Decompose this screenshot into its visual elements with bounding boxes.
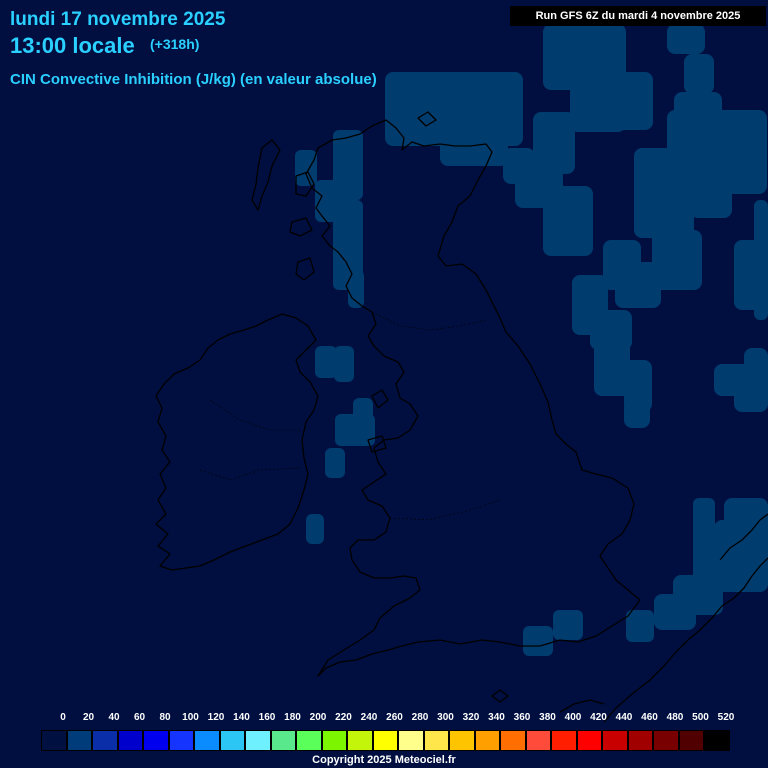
cin-map [0,0,768,768]
legend-swatch [423,730,449,751]
legend-tick: 520 [717,712,735,723]
legend-swatch [576,730,602,751]
legend-swatch [678,730,704,751]
legend-swatch [321,730,347,751]
legend-swatch [627,730,653,751]
legend-swatch [41,730,67,751]
legend-swatch [704,730,730,751]
legend-swatch [296,730,322,751]
legend-swatch [653,730,679,751]
legend-swatch [66,730,92,751]
legend-colorbar [41,730,730,751]
legend-swatch [245,730,271,751]
legend-swatch [398,730,424,751]
legend-swatch [168,730,194,751]
forecast-date: lundi 17 novembre 2025 [10,9,226,30]
legend-swatch [500,730,526,751]
model-run-label: Run GFS 6Z du mardi 4 novembre 2025 [510,6,766,26]
legend-swatch [92,730,118,751]
forecast-offset: (+318h) [150,36,200,52]
legend-swatch [219,730,245,751]
legend-swatch [449,730,475,751]
legend-swatch [525,730,551,751]
copyright-footer: Copyright 2025 Meteociel.fr [312,754,456,766]
legend-swatch [117,730,143,751]
legend-ticks: 0 20 40 60 80 100 120 140 160 180 200 220 240 260 280 3… [0,712,768,726]
legend-swatch [347,730,373,751]
forecast-time: 13:00 locale [10,33,135,58]
legend-swatch [372,730,398,751]
legend-swatch [270,730,296,751]
legend-swatch [143,730,169,751]
legend-swatch [194,730,220,751]
legend-swatch [474,730,500,751]
legend-swatch [551,730,577,751]
legend-swatch [602,730,628,751]
parameter-title: CIN Convective Inhibition (J/kg) (en val… [10,71,377,88]
